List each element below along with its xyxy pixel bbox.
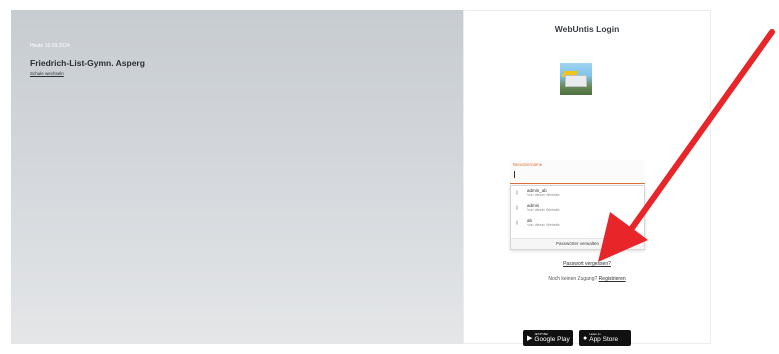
manage-passwords-button[interactable]: Passwörter verwalten (511, 238, 644, 249)
username-label: Benutzername (513, 162, 543, 167)
suggestion-item[interactable]: ⚷ admin Von dieser Website (511, 201, 644, 216)
key-icon: ⚷ (515, 190, 519, 196)
google-play-icon: ▶ (527, 335, 533, 342)
username-input[interactable] (513, 169, 638, 179)
key-icon: ⚷ (515, 220, 519, 226)
logo-building (565, 75, 587, 87)
suggestion-item[interactable]: ⚷ ab Von dieser Website (511, 216, 644, 231)
suggestion-source: Von dieser Website (527, 193, 560, 197)
suggestion-source: Von dieser Website (527, 223, 560, 227)
apple-icon: ● (583, 334, 588, 342)
google-play-button[interactable]: ▶ JETZT BEI Google Play (523, 330, 573, 346)
autocomplete-dropdown: ⚷ admin_ab Von dieser Website ⚷ admin Vo… (510, 185, 645, 250)
suggestion-source: Von dieser Website (527, 208, 560, 212)
suggestion-item[interactable]: ⚷ admin_ab Von dieser Website (511, 186, 644, 201)
key-icon: ⚷ (515, 205, 519, 211)
school-name: Friedrich-List-Gymn. Asperg (30, 58, 145, 68)
username-field[interactable]: Benutzername (510, 160, 645, 184)
google-play-label: Google Play (534, 336, 570, 343)
app-store-label: App Store (589, 336, 619, 343)
no-access-label: Noch keinen Zugang? (548, 276, 598, 282)
text-caret (514, 171, 515, 178)
login-panel: WebUntis Login Benutzername ⚷ admin_ab V… (463, 10, 711, 346)
school-logo (560, 63, 592, 95)
app-store-button[interactable]: ● Laden im App Store (579, 330, 631, 346)
login-title: WebUntis Login (554, 24, 620, 34)
today-date: Heute 16.09.2024 (30, 43, 70, 49)
school-info-panel: Heute 16.09.2024 Friedrich-List-Gymn. As… (11, 10, 463, 344)
register-link[interactable]: Registrieren (599, 276, 626, 282)
switch-school-link[interactable]: Schule wechseln (30, 71, 64, 76)
forgot-password-link[interactable]: Passwort vergessen? (464, 261, 710, 267)
no-access-text: Noch keinen Zugang? Registrieren (464, 276, 710, 282)
